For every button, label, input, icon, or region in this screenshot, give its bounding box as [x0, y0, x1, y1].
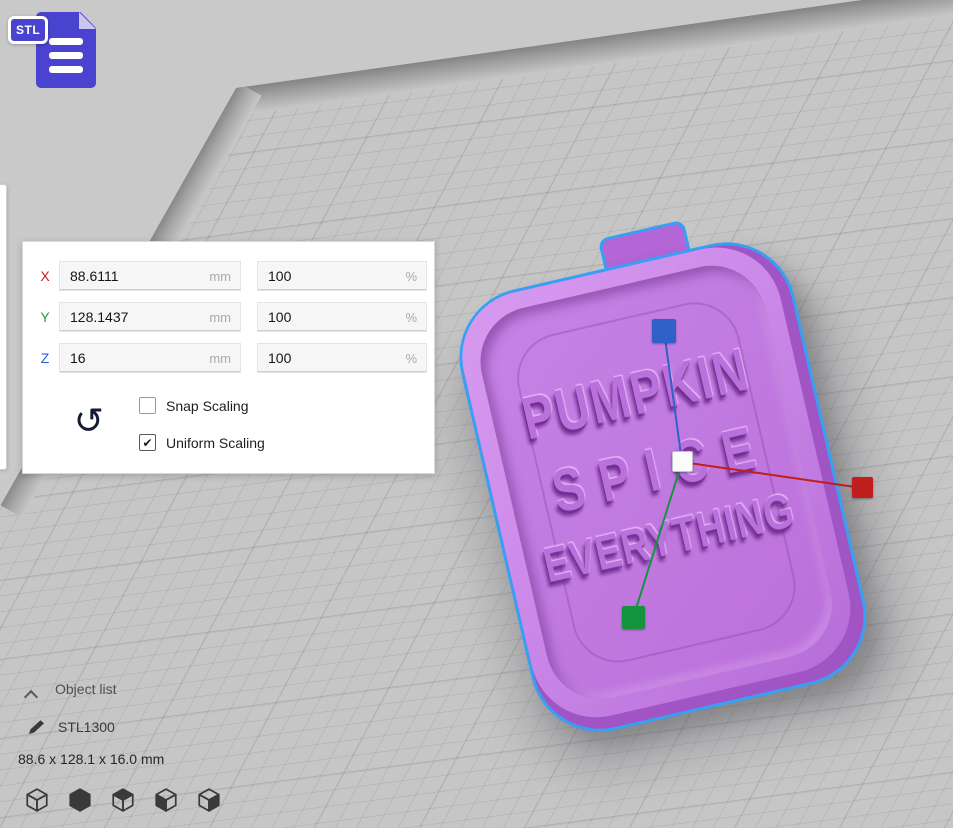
- view-preset-toolbar: [22, 786, 224, 814]
- scale-x-mm-input[interactable]: [60, 268, 209, 284]
- axis-label-z: Z: [37, 350, 53, 366]
- axis-label-y: Y: [37, 309, 53, 325]
- scale-y-mm-unit: mm: [209, 310, 240, 325]
- scale-x-percent-field: %: [257, 261, 427, 291]
- scale-tool-panel: X mm % Y mm % Z mm: [22, 241, 435, 474]
- snap-scaling-row[interactable]: ✔ Snap Scaling: [139, 397, 249, 414]
- scale-x-percent-unit: %: [405, 269, 426, 284]
- scale-y-mm-field: mm: [59, 302, 241, 332]
- stl-document-line: [49, 66, 83, 73]
- axis-label-x: X: [37, 268, 53, 284]
- view-left-icon[interactable]: [151, 786, 181, 814]
- view-right-icon[interactable]: [194, 786, 224, 814]
- left-toolbar-edge: [0, 184, 7, 470]
- snap-scaling-label: Snap Scaling: [166, 398, 249, 414]
- view-3d-icon[interactable]: [22, 786, 52, 814]
- stl-file-icon: STL: [8, 4, 100, 96]
- scale-row-x: X mm %: [37, 261, 427, 291]
- scale-handle-center[interactable]: [672, 451, 693, 472]
- scale-x-mm-field: mm: [59, 261, 241, 291]
- scale-z-percent-input[interactable]: [258, 350, 405, 366]
- scale-row-y: Y mm %: [37, 302, 427, 332]
- stl-document-line: [49, 38, 83, 45]
- view-top-icon[interactable]: [108, 786, 138, 814]
- scale-handle-x[interactable]: [852, 477, 873, 498]
- stl-document-line: [49, 52, 83, 59]
- scale-z-mm-unit: mm: [209, 351, 240, 366]
- uniform-scaling-label: Uniform Scaling: [166, 435, 265, 451]
- object-list-label[interactable]: Object list: [55, 681, 116, 697]
- check-icon: ✔: [142, 437, 152, 449]
- scale-x-mm-unit: mm: [209, 269, 240, 284]
- pencil-icon: [28, 719, 46, 735]
- scale-z-percent-unit: %: [405, 351, 426, 366]
- scale-y-percent-field: %: [257, 302, 427, 332]
- scale-x-percent-input[interactable]: [258, 268, 405, 284]
- snap-scaling-checkbox[interactable]: ✔: [139, 397, 156, 414]
- stl-document-fold: [79, 12, 96, 29]
- stl-badge: STL: [8, 16, 48, 44]
- scale-z-mm-input[interactable]: [60, 350, 209, 366]
- object-name[interactable]: STL1300: [58, 719, 115, 735]
- uniform-scaling-checkbox[interactable]: ✔: [139, 434, 156, 451]
- scale-y-percent-unit: %: [405, 310, 426, 325]
- scale-z-percent-field: %: [257, 343, 427, 373]
- scale-handle-z[interactable]: [652, 319, 676, 343]
- viewport-3d[interactable]: PUMPKIN SPICE EVERYTHING X mm %: [0, 0, 953, 828]
- scale-z-mm-field: mm: [59, 343, 241, 373]
- reset-scale-icon[interactable]: ↺: [69, 400, 109, 444]
- scale-y-mm-input[interactable]: [60, 309, 209, 325]
- scale-y-percent-input[interactable]: [258, 309, 405, 325]
- model-dimensions: 88.6 x 128.1 x 16.0 mm: [18, 751, 164, 767]
- scale-handle-y[interactable]: [622, 606, 645, 629]
- view-front-icon[interactable]: [65, 786, 95, 814]
- uniform-scaling-row[interactable]: ✔ Uniform Scaling: [139, 434, 265, 451]
- scale-row-z: Z mm %: [37, 343, 427, 373]
